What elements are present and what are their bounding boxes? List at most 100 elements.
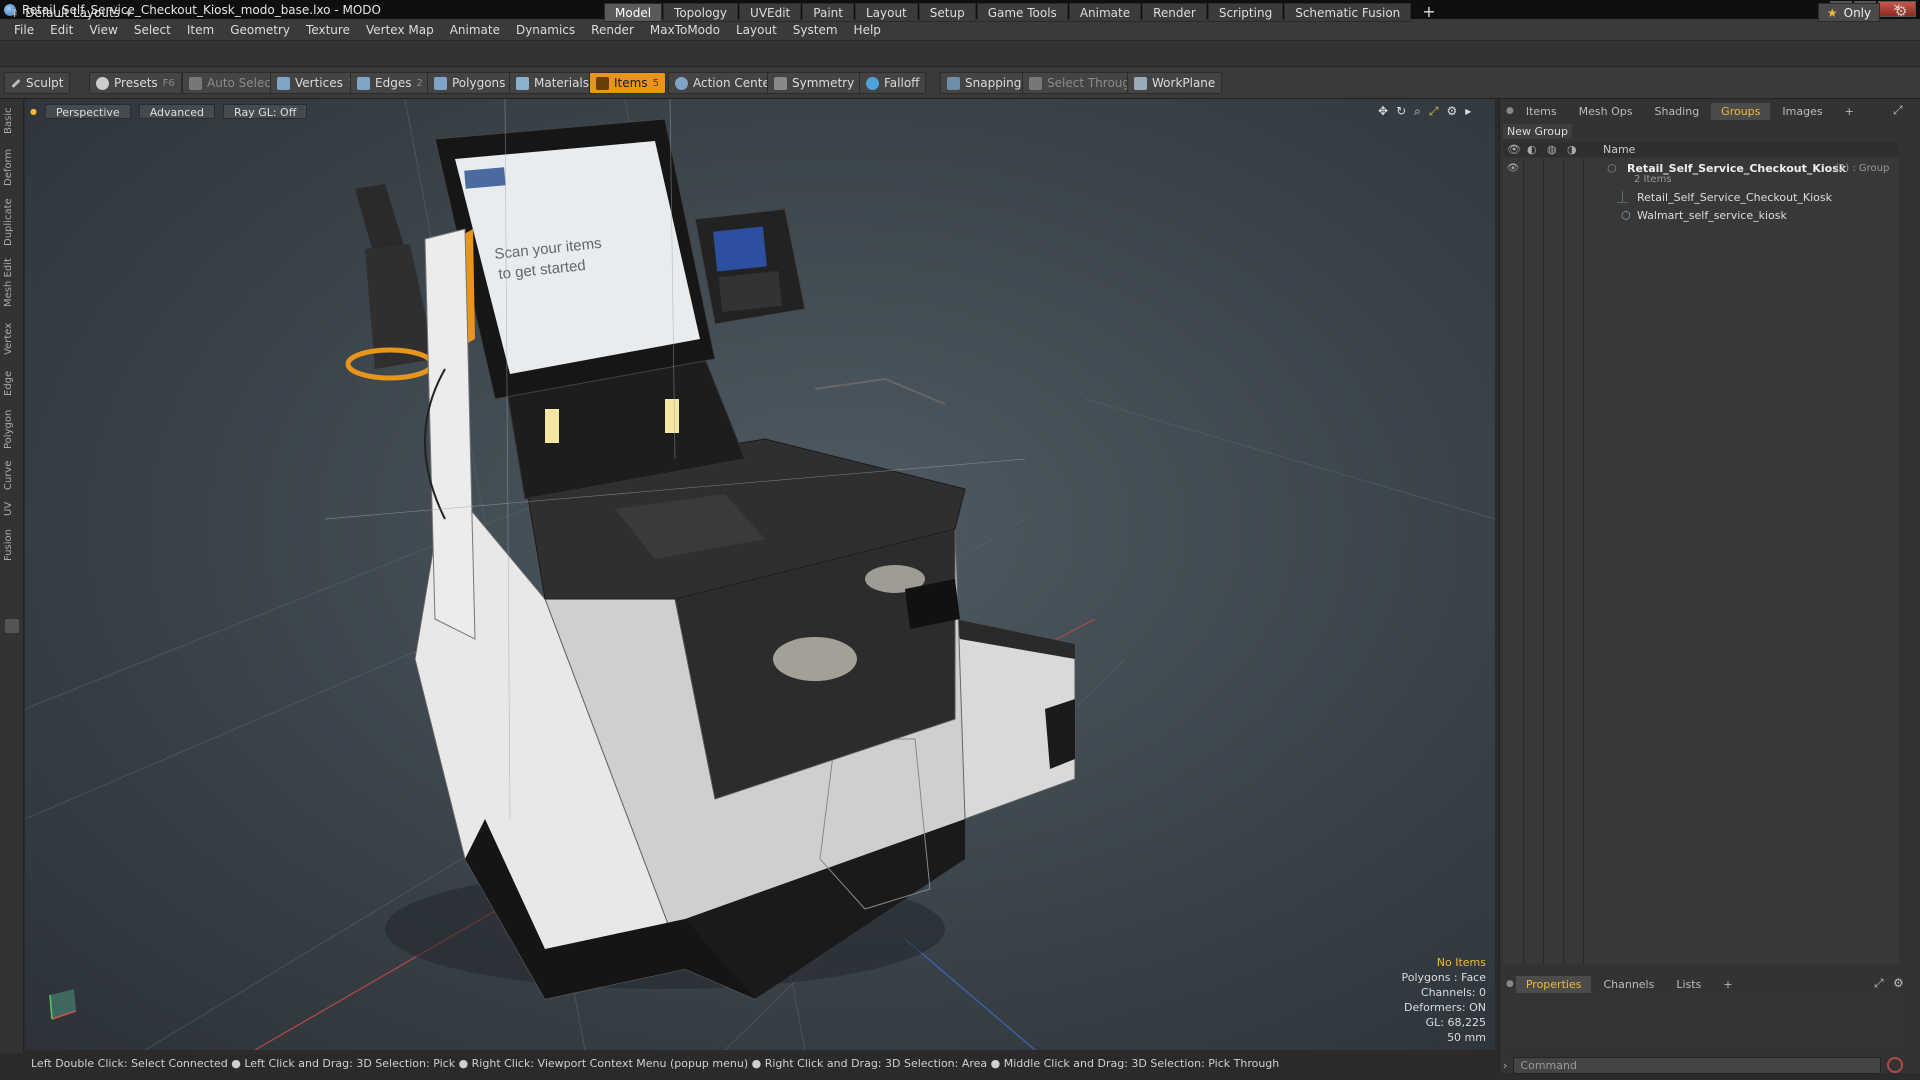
properties-expand-icon[interactable]: ⤢ [1874,976,1884,991]
tab-game-tools[interactable]: Game Tools [976,3,1068,22]
menu-maxtomodo[interactable]: MaxToModo [642,23,728,37]
mesh-icon: ⏊ [1617,191,1628,204]
command-input[interactable]: Command [1513,1056,1882,1074]
snapping-button[interactable]: Snapping [940,72,1029,94]
vtab-polygon[interactable]: Polygon [3,407,21,451]
vtab-edge[interactable]: Edge [3,367,21,399]
menu-select[interactable]: Select [126,23,179,37]
layout-bar [0,41,1920,67]
tab-schematic-fusion[interactable]: Schematic Fusion [1284,3,1412,22]
menu-edit[interactable]: Edit [42,23,81,37]
menu-dynamics[interactable]: Dynamics [508,23,583,37]
tab-channels[interactable]: Channels [1593,976,1664,993]
edges-shortcut: 2 [416,77,423,89]
symmetry-icon [774,76,787,90]
panel-toggle-icon[interactable] [5,619,19,633]
only-button[interactable]: ★ Only [1818,3,1880,22]
tab-topology[interactable]: Topology [663,3,739,22]
auto-select-button[interactable]: Auto Select [182,72,283,94]
snapping-icon [947,76,960,90]
tab-lists[interactable]: Lists [1666,976,1711,993]
tab-animate[interactable]: Animate [1068,3,1142,22]
edges-icon [357,76,370,90]
falloff-button[interactable]: Falloff [859,72,927,94]
raygl-toggle[interactable]: Ray GL: Off [223,104,308,119]
fit-view-icon[interactable]: ⤢ [1429,104,1439,119]
list-item[interactable]: ⬡ Walmart_self_service_kiosk [1503,207,1899,224]
symmetry-button[interactable]: Symmetry [767,72,862,94]
tab-scripting[interactable]: Scripting [1207,3,1284,22]
vtab-fusion[interactable]: Fusion [3,527,21,563]
tab-properties[interactable]: Properties [1515,976,1592,993]
edges-button[interactable]: Edges 2 [350,72,430,94]
zoom-view-icon[interactable]: ⌕ [1414,104,1421,119]
add-properties-tab-icon[interactable]: + [1713,976,1742,993]
select-header-icon: ◑ [1567,143,1577,156]
auto-select-icon [189,76,202,90]
tab-model[interactable]: Model [604,3,663,22]
column-name: Name [1603,143,1636,156]
info-channels: Channels: 0 [1420,986,1486,999]
tab-layout[interactable]: Layout [854,3,918,22]
tab-items[interactable]: Items [1516,103,1567,120]
tab-render[interactable]: Render [1142,3,1207,22]
sculpt-button[interactable]: Sculpt [4,72,71,94]
tab-setup[interactable]: Setup [918,3,976,22]
properties-menu-icon[interactable]: ● [1506,976,1514,993]
eye-icon[interactable]: 👁 [1506,160,1520,174]
panel-menu-icon[interactable]: ● [1506,103,1514,120]
viewport-expand-icon[interactable]: ▸ [1465,104,1471,119]
vtab-curve[interactable]: Curve [3,457,21,493]
layout-dropdown[interactable]: ⇞ Default Layouts ▾ [10,4,131,22]
edges-label: Edges [375,76,412,90]
properties-settings-icon[interactable]: ⚙ [1893,976,1904,990]
shading-dropdown[interactable]: Advanced [138,104,216,119]
menu-layout[interactable]: Layout [728,23,785,37]
new-group-button[interactable]: New Group [1503,124,1572,139]
add-panel-tab-icon[interactable]: + [1835,103,1864,120]
workplane-button[interactable]: WorkPlane [1127,72,1223,94]
menu-help[interactable]: Help [846,23,889,37]
vertices-button[interactable]: Vertices 1 [270,72,362,94]
action-center-button[interactable]: Action Center [668,72,782,94]
tab-groups[interactable]: Groups [1711,103,1771,120]
vtab-duplicate[interactable]: Duplicate [3,197,21,247]
record-macro-icon[interactable] [1887,1057,1904,1073]
vtab-uv[interactable]: UV [3,499,21,519]
add-tab-icon[interactable]: + [1412,3,1445,22]
menu-file[interactable]: File [6,23,42,37]
menu-animate[interactable]: Animate [442,23,508,37]
collapse-icon[interactable]: ⇞ [10,7,19,20]
menu-geometry[interactable]: Geometry [222,23,298,37]
list-item[interactable]: ⏊ Retail_Self_Service_Checkout_Kiosk [1503,189,1899,206]
viewport-menu-icon[interactable]: ● [30,107,37,116]
menu-texture[interactable]: Texture [298,23,358,37]
menu-vertex-map[interactable]: Vertex Map [358,23,442,37]
tab-mesh-ops[interactable]: Mesh Ops [1569,103,1643,120]
panel-expand-icon[interactable]: ⤢ [1893,103,1903,118]
item-name: Walmart_self_service_kiosk [1637,209,1787,222]
menu-item[interactable]: Item [179,23,222,37]
tab-paint[interactable]: Paint [802,3,854,22]
polygons-button[interactable]: Polygons [427,72,513,94]
tab-images[interactable]: Images [1772,103,1832,120]
gear-icon[interactable]: ⚙ [1892,4,1910,22]
vtab-vertex[interactable]: Vertex [3,319,21,359]
presets-button[interactable]: Presets F6 [89,72,182,94]
menu-system[interactable]: System [785,23,846,37]
tab-shading[interactable]: Shading [1644,103,1709,120]
view-mode-dropdown[interactable]: Perspective [44,104,131,119]
vtab-mesh-edit[interactable]: Mesh Edit [3,257,21,309]
tab-uvedit[interactable]: UVEdit [739,3,802,22]
vtab-deform[interactable]: Deform [3,147,21,187]
menu-render[interactable]: Render [583,23,642,37]
rotate-view-icon[interactable]: ↻ [1396,104,1406,119]
materials-button[interactable]: Materials [509,72,597,94]
vtab-basic[interactable]: Basic [3,105,21,137]
items-button[interactable]: Items 5 [589,72,666,94]
viewport-settings-icon[interactable]: ⚙ [1446,104,1457,119]
items-shortcut: 5 [652,77,659,89]
3d-viewport[interactable]: Scan your items to get started [25,99,1495,1050]
move-view-icon[interactable]: ✥ [1378,104,1388,119]
menu-view[interactable]: View [81,23,125,37]
